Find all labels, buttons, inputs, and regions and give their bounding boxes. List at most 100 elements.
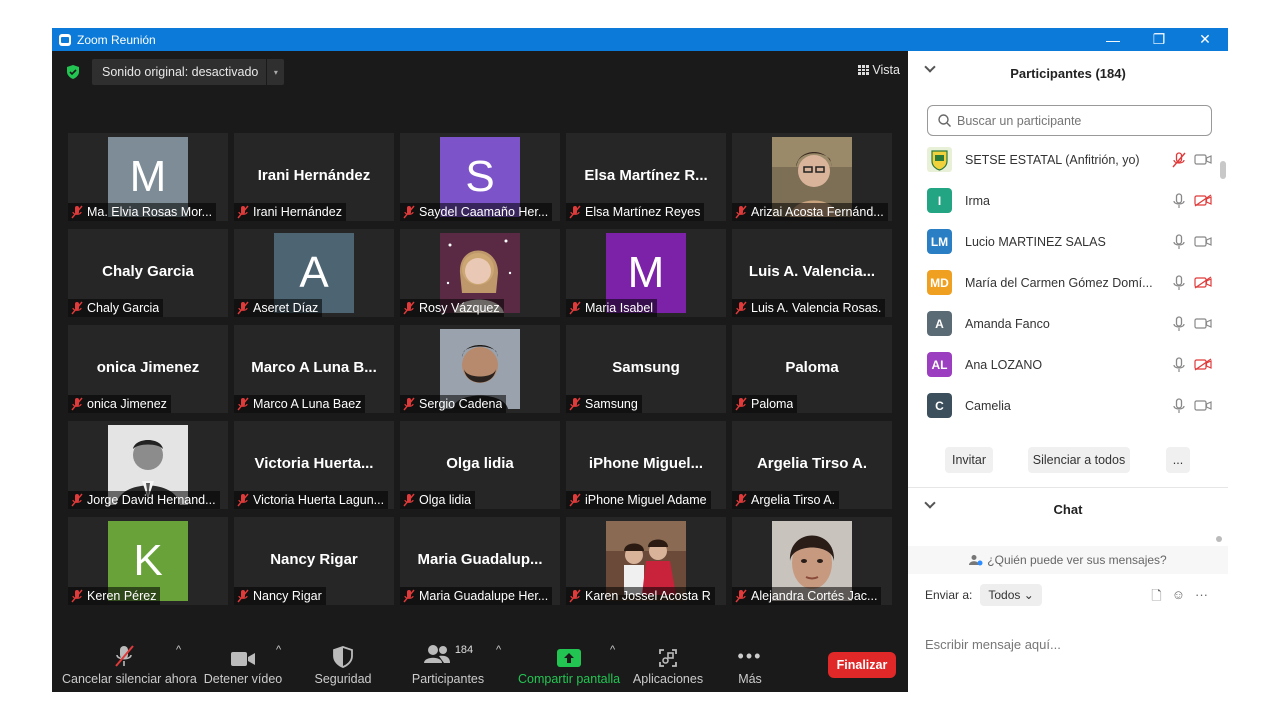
send-to-label: Enviar a: — [925, 588, 973, 602]
mic-icon[interactable] — [1172, 193, 1186, 209]
participant-tile[interactable]: M Maria Isabel — [566, 229, 726, 317]
original-sound-button[interactable]: Sonido original: desactivado ▾ — [92, 59, 285, 85]
mic-icon[interactable] — [1172, 398, 1186, 414]
chat-scroll-indicator[interactable] — [1216, 536, 1222, 542]
participant-tile[interactable]: Alejandra Cortés Jac... — [732, 517, 892, 605]
apps-button[interactable]: Aplicaciones — [630, 644, 706, 686]
camera-off-icon[interactable] — [1194, 276, 1212, 289]
camera-icon[interactable] — [1194, 235, 1212, 248]
participant-row[interactable]: I Irma — [908, 180, 1220, 221]
camera-icon[interactable] — [1194, 399, 1212, 412]
camera-off-icon[interactable] — [1194, 358, 1212, 371]
end-meeting-button[interactable]: Finalizar — [828, 652, 896, 678]
participants-options-caret[interactable]: ^ — [496, 644, 501, 656]
collapse-chevron-icon[interactable] — [924, 61, 936, 73]
participant-tile[interactable]: Olga lidia Olga lidia — [400, 421, 560, 509]
participants-icon — [423, 645, 450, 663]
mic-muted-icon[interactable] — [1172, 152, 1186, 168]
camera-off-icon[interactable] — [1194, 194, 1212, 207]
participant-row[interactable]: AL Ana LOZANO — [908, 344, 1220, 385]
mic-muted-icon — [735, 205, 747, 219]
security-shield-icon[interactable] — [66, 65, 80, 79]
participant-tile[interactable]: Jorge David Hernand... — [68, 421, 228, 509]
participant-row[interactable]: A Amanda Fanco — [908, 303, 1220, 344]
participant-tile[interactable]: M Ma. Elvia Rosas Mor... — [68, 133, 228, 221]
participant-tile[interactable]: Sergio Cadena — [400, 325, 560, 413]
participant-row[interactable]: SETSE ESTATAL (Anfitrión, yo) — [908, 139, 1220, 180]
who-can-see-button[interactable]: ¿Quién puede ver sus mensajes? — [908, 546, 1228, 574]
search-icon — [938, 114, 951, 127]
more-icon[interactable]: ··· — [1195, 587, 1208, 609]
grid-icon — [858, 65, 870, 75]
view-button[interactable]: Vista — [858, 63, 900, 77]
participant-tile[interactable]: Elsa Martínez R... Elsa Martínez Reyes — [566, 133, 726, 221]
mic-icon[interactable] — [1172, 234, 1186, 250]
participant-search[interactable] — [927, 105, 1212, 136]
participant-tile[interactable]: Victoria Huerta... Victoria Huerta Lagun.… — [234, 421, 394, 509]
participant-tile[interactable]: Rosy Vázquez — [400, 229, 560, 317]
participant-tile[interactable]: iPhone Miguel... iPhone Miguel Adame — [566, 421, 726, 509]
participant-tile[interactable]: Marco A Luna B... Marco A Luna Baez — [234, 325, 394, 413]
close-button[interactable]: ✕ — [1182, 28, 1228, 51]
user-lock-icon — [969, 555, 983, 566]
camera-icon[interactable] — [1194, 153, 1212, 166]
participant-tile[interactable]: Chaly Garcia Chaly Garcia — [68, 229, 228, 317]
audio-options-caret[interactable]: ^ — [176, 644, 181, 656]
participant-name-label: Sergio Cadena — [400, 395, 507, 413]
search-input[interactable] — [957, 113, 1197, 128]
security-button[interactable]: Seguridad — [310, 644, 376, 686]
stop-video-button[interactable]: Detener vídeo — [200, 644, 286, 686]
file-icon[interactable]: 🗋 — [1151, 587, 1161, 609]
participant-name-label: Chaly Garcia — [68, 299, 164, 317]
collapse-chat-chevron-icon[interactable] — [924, 497, 936, 509]
more-button[interactable]: ••• Más — [728, 644, 772, 687]
share-screen-label: Compartir pantalla — [518, 672, 621, 686]
participant-display-name: Irani Hernández — [257, 167, 371, 184]
participant-tile[interactable]: Irani Hernández Irani Hernández — [234, 133, 394, 221]
participants-button[interactable]: 184 Participantes — [408, 644, 488, 686]
mic-muted-icon — [71, 301, 83, 315]
participant-name-label: Victoria Huerta Lagun... — [234, 491, 389, 509]
mute-all-button[interactable]: Silenciar a todos — [1028, 447, 1130, 473]
emoji-icon[interactable]: ☺ — [1172, 587, 1185, 609]
share-options-caret[interactable]: ^ — [610, 644, 615, 656]
mic-muted-icon — [569, 301, 581, 315]
participant-tile[interactable]: onica Jimenez onica Jimenez — [68, 325, 228, 413]
participant-tile[interactable]: K Keren Pérez — [68, 517, 228, 605]
camera-icon[interactable] — [1194, 317, 1212, 330]
recipient-dropdown[interactable]: Todos ⌄ — [980, 584, 1042, 606]
chat-title: Chat — [1053, 501, 1083, 517]
restore-button[interactable]: ❐ — [1136, 28, 1182, 51]
participant-row-name: Ana LOZANO — [965, 357, 1043, 372]
participant-tile[interactable]: Paloma Paloma — [732, 325, 892, 413]
participant-tile[interactable]: Luis A. Valencia... Luis A. Valencia Rosa… — [732, 229, 892, 317]
participant-tile[interactable]: Nancy Rigar Nancy Rigar — [234, 517, 394, 605]
unmute-button[interactable]: Cancelar silenciar ahora — [62, 644, 197, 686]
participant-row[interactable]: MD María del Carmen Gómez Domí... — [908, 262, 1220, 303]
mic-icon[interactable] — [1172, 357, 1186, 373]
participant-row[interactable]: LM Lucio MARTINEZ SALAS — [908, 221, 1220, 262]
video-options-caret[interactable]: ^ — [276, 644, 281, 656]
participant-list-scrollbar[interactable] — [1220, 161, 1226, 179]
zoom-window: Zoom Reunión — ❐ ✕ Sonido original: desa… — [52, 28, 1228, 692]
share-screen-button[interactable]: Compartir pantalla — [518, 644, 620, 686]
participant-tile[interactable]: Samsung Samsung — [566, 325, 726, 413]
more-options-button[interactable]: ... — [1166, 447, 1190, 473]
participant-tile[interactable]: Arizai Acosta Fernánd... — [732, 133, 892, 221]
minimize-button[interactable]: — — [1090, 28, 1136, 51]
invite-button[interactable]: Invitar — [945, 447, 993, 473]
participant-tile[interactable]: Argelia Tirso A. Argelia Tirso A. — [732, 421, 892, 509]
mic-icon[interactable] — [1172, 275, 1186, 291]
participants-header: Participantes (184) — [908, 51, 1228, 95]
participant-tile[interactable]: A Aseret Díaz — [234, 229, 394, 317]
chevron-down-icon[interactable]: ▾ — [266, 59, 284, 85]
participant-name: Luis A. Valencia Rosas. — [751, 301, 882, 315]
participant-tile[interactable]: S Saydel Caamaño Her... — [400, 133, 560, 221]
participant-initials: A — [927, 311, 952, 336]
apps-label: Aplicaciones — [632, 672, 704, 686]
message-input[interactable]: Escribir mensaje aquí... — [925, 637, 1061, 652]
mic-icon[interactable] — [1172, 316, 1186, 332]
participant-tile[interactable]: Maria Guadalup... Maria Guadalupe Her... — [400, 517, 560, 605]
participant-tile[interactable]: Karen Jossel Acosta R — [566, 517, 726, 605]
participant-row[interactable]: C Camelia — [908, 385, 1220, 426]
